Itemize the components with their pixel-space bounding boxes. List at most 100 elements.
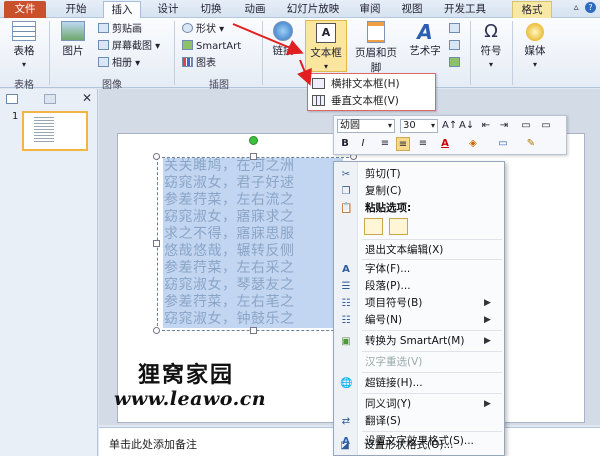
tab-file[interactable]: 文件 <box>4 1 46 18</box>
picture-button[interactable]: 图片 <box>56 21 90 58</box>
resize-handle[interactable] <box>250 327 257 334</box>
menu-separator <box>362 259 502 260</box>
shrink-font-button[interactable]: A↓ <box>459 119 474 133</box>
screenshot-button[interactable]: 屏幕截图 ▾ <box>98 39 160 54</box>
group-button[interactable]: ▭ <box>539 119 553 133</box>
paste-picture-icon[interactable] <box>389 218 408 235</box>
tab-format[interactable]: 格式 <box>512 1 552 18</box>
decrease-indent-button[interactable]: ⇤ <box>479 119 493 133</box>
textbox-label: 文本框 <box>310 47 342 59</box>
symbol-button[interactable]: Ω 符号 ▾ <box>476 21 506 70</box>
link-button[interactable]: 链接 <box>268 21 298 58</box>
menu-item-paragraph[interactable]: ☰ 段落(P)... <box>334 278 504 295</box>
menu-item-label: 同义词(Y) <box>365 398 412 410</box>
smartart-icon: ▣ <box>341 336 351 347</box>
menu-item-shape-format[interactable]: ◪ 设置形状格式(O)... <box>333 437 503 454</box>
resize-handle[interactable] <box>153 240 160 247</box>
font-color-button[interactable]: A <box>438 137 452 151</box>
menu-item-font[interactable]: A 字体(F)... <box>334 261 504 278</box>
table-icon <box>12 21 36 41</box>
resize-handle[interactable] <box>153 327 160 334</box>
tab-animations[interactable]: 动画 <box>237 1 273 18</box>
small-tool-2[interactable] <box>449 39 463 54</box>
increase-indent-button[interactable]: ⇥ <box>497 119 511 133</box>
chart-button[interactable]: 图表 <box>182 56 216 71</box>
menu-item-cut[interactable]: ✂ 剪切(T) <box>334 166 504 183</box>
tab-slideshow[interactable]: 幻灯片放映 <box>282 1 344 18</box>
vertical-textbox-label: 垂直文本框(V) <box>331 95 399 107</box>
textbox-button[interactable]: A 文本框 ▾ <box>305 20 347 72</box>
picture-icon <box>61 21 85 41</box>
shapes-button[interactable]: 形状 ▾ <box>182 22 224 37</box>
tab-transitions[interactable]: 切换 <box>193 1 229 18</box>
menu-item-reconvert: 汉字重选(V) <box>334 354 504 371</box>
outline-tab-icon[interactable] <box>44 94 56 104</box>
slide-thumbnail[interactable] <box>22 111 88 151</box>
minimize-ribbon-icon[interactable]: ▵ <box>574 2 579 13</box>
media-button[interactable]: 媒体 ▾ <box>518 21 552 70</box>
mini-toolbar: 幼圆 ▾ 30 ▾ A↑ A↓ ⇤ ⇥ ▭ ▭ B I ≡ ≡ ≡ A ◈ ▭ ✎ <box>333 115 567 155</box>
menu-item-bullets[interactable]: ☷ 项目符号(B) ▶ <box>334 295 504 312</box>
horizontal-textbox-icon <box>312 78 325 89</box>
symbol-label: 符号 <box>480 45 502 57</box>
clipart-button[interactable]: 剪贴画 <box>98 22 142 37</box>
tab-home[interactable]: 开始 <box>58 1 94 18</box>
tab-view[interactable]: 视图 <box>394 1 430 18</box>
format-painter-button[interactable]: ✎ <box>524 137 538 151</box>
resize-handle[interactable] <box>153 153 160 160</box>
text-selection-highlight <box>163 158 343 328</box>
menu-item-synonyms[interactable]: 同义词(Y) ▶ <box>334 396 504 413</box>
group-separator <box>174 21 175 85</box>
menu-item-label: 超链接(H)... <box>365 377 423 389</box>
arrange-button[interactable]: ▭ <box>519 119 533 133</box>
rotation-handle[interactable] <box>249 136 258 145</box>
menu-separator <box>362 239 502 240</box>
shape-fill-button[interactable]: ◈ <box>466 137 480 151</box>
bold-button[interactable]: B <box>338 137 352 151</box>
tab-insert[interactable]: 插入 <box>103 1 141 18</box>
horizontal-textbox-item[interactable]: 横排文本框(H) <box>312 76 400 92</box>
font-name-field[interactable]: 幼圆 ▾ <box>337 119 395 133</box>
small-tool-3[interactable] <box>449 56 463 71</box>
menu-separator <box>362 393 502 394</box>
wordart-button[interactable]: A 艺术字 <box>406 21 444 58</box>
help-icon[interactable]: ? <box>585 2 596 13</box>
table-button[interactable]: 表格 ▾ <box>6 21 42 70</box>
thumbnail-text-preview <box>34 117 54 143</box>
date-time-icon <box>449 23 460 33</box>
small-tool-1[interactable] <box>449 22 463 37</box>
watermark-title: 狸窝家园 <box>138 362 235 388</box>
menu-item-exit-text-edit[interactable]: 退出文本编辑(X) <box>334 242 504 259</box>
slides-tab-icon[interactable] <box>6 94 18 104</box>
tab-developer[interactable]: 开发工具 <box>436 1 494 18</box>
vertical-textbox-item[interactable]: 垂直文本框(V) <box>312 93 399 109</box>
grow-font-button[interactable]: A↑ <box>442 119 457 133</box>
align-center-button[interactable]: ≡ <box>396 137 410 151</box>
ribbon-tab-bar: 文件 开始 插入 设计 切换 动画 幻灯片放映 审阅 视图 开发工具 格式 ▵ … <box>0 0 600 18</box>
menu-item-hyperlink[interactable]: 🌐 超链接(H)... <box>334 375 504 392</box>
shape-outline-button[interactable]: ▭ <box>496 137 510 151</box>
header-footer-button[interactable]: 页眉和页脚 <box>351 21 401 75</box>
paste-keep-formatting-icon[interactable] <box>364 218 383 235</box>
menu-item-copy[interactable]: ❐ 复制(C) <box>334 183 504 200</box>
vertical-textbox-icon <box>312 95 325 106</box>
font-size-field[interactable]: 30 ▾ <box>400 119 438 133</box>
menu-item-label: 复制(C) <box>365 185 402 197</box>
close-icon[interactable]: ✕ <box>82 91 92 105</box>
italic-button[interactable]: I <box>356 137 370 151</box>
album-button[interactable]: 相册 ▾ <box>98 56 140 71</box>
copy-icon: ❐ <box>341 186 351 197</box>
tab-review[interactable]: 审阅 <box>352 1 388 18</box>
tab-design[interactable]: 设计 <box>150 1 186 18</box>
clipart-icon <box>98 23 109 33</box>
menu-item-convert-smartart[interactable]: ▣ 转换为 SmartArt(M) ▶ <box>334 333 504 350</box>
menu-item-numbering[interactable]: ☷ 编号(N) ▶ <box>334 312 504 329</box>
resize-handle[interactable] <box>250 153 257 160</box>
align-left-button[interactable]: ≡ <box>378 137 392 151</box>
menu-item-translate[interactable]: ⇄ 翻译(S) <box>334 413 504 430</box>
smartart-button[interactable]: SmartArt <box>182 39 241 54</box>
menu-separator <box>362 372 502 373</box>
group-separator <box>262 21 263 85</box>
align-right-button[interactable]: ≡ <box>416 137 430 151</box>
shape-format-icon: ◪ <box>340 440 350 451</box>
